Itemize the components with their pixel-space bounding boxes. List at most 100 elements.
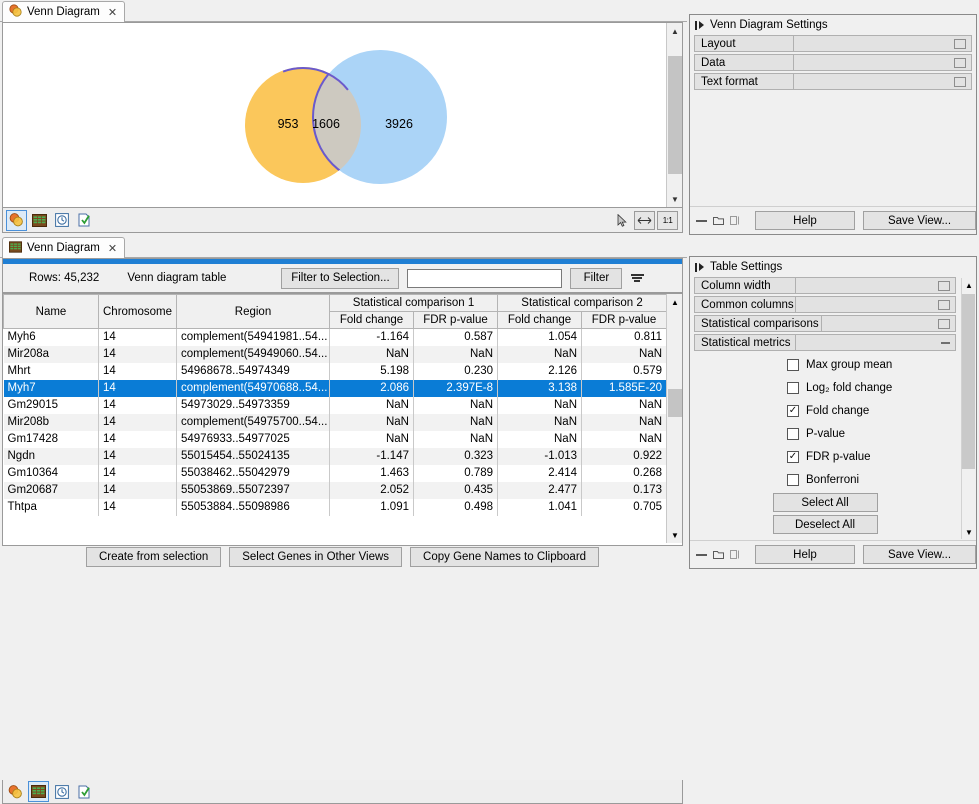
group-toggle[interactable] xyxy=(822,315,956,332)
expand-all-icon[interactable] xyxy=(713,550,724,559)
table-cell[interactable]: 54968678..54974349 xyxy=(177,363,330,380)
table-cell[interactable]: NaN xyxy=(582,431,667,448)
dock-panel-icon[interactable] xyxy=(730,550,741,559)
settings-group-text-format[interactable]: Text format xyxy=(694,73,972,90)
filter-button[interactable]: Filter xyxy=(570,268,622,289)
pointer-icon[interactable] xyxy=(613,212,632,229)
table-cell[interactable]: 0.789 xyxy=(414,465,498,482)
table-row[interactable]: Myh714complement(54970688..54...2.0862.3… xyxy=(4,380,667,397)
table-cell[interactable]: NaN xyxy=(330,397,414,414)
table-cell[interactable]: NaN xyxy=(330,414,414,431)
table-cell[interactable]: 55053884..55098986 xyxy=(177,499,330,516)
table-row[interactable]: Gm103641455038462..550429791.4630.7892.4… xyxy=(4,465,667,482)
table-cell[interactable]: 2.477 xyxy=(498,482,582,499)
table-row[interactable]: Mhrt1454968678..549743495.1980.2302.1260… xyxy=(4,363,667,380)
table-cell[interactable]: Myh6 xyxy=(4,329,99,346)
help-button[interactable]: Help xyxy=(755,211,855,230)
copy-gene-names-to-clipboard-button[interactable]: Copy Gene Names to Clipboard xyxy=(410,547,599,567)
scrollbar-thumb[interactable] xyxy=(668,389,682,417)
table-row[interactable]: Gm206871455053869..550723972.0520.4352.4… xyxy=(4,482,667,499)
table-cell[interactable]: NaN xyxy=(582,397,667,414)
table-cell[interactable]: Ngdn xyxy=(4,448,99,465)
table-cell[interactable]: 54976933..54977025 xyxy=(177,431,330,448)
table-cell[interactable]: 14 xyxy=(99,482,177,499)
element-info-icon[interactable] xyxy=(74,782,93,801)
group-toggle[interactable] xyxy=(794,73,972,90)
table-cell[interactable]: 0.268 xyxy=(582,465,667,482)
column-header-name[interactable]: Name xyxy=(4,295,99,329)
column-group-statistical-comparison-2[interactable]: Statistical comparison 2 xyxy=(498,295,667,312)
table-cell[interactable]: 55038462..55042979 xyxy=(177,465,330,482)
table-row[interactable]: Myh614complement(54941981..54...-1.1640.… xyxy=(4,329,667,346)
table-cell[interactable]: Gm10364 xyxy=(4,465,99,482)
group-toggle[interactable] xyxy=(796,334,956,351)
checkbox-max-group-mean[interactable] xyxy=(787,359,799,371)
table-cell[interactable]: 55015454..55024135 xyxy=(177,448,330,465)
table-cell[interactable]: 14 xyxy=(99,363,177,380)
venn-diagram-icon[interactable] xyxy=(6,210,27,231)
column-header-fold-change-1[interactable]: Fold change xyxy=(330,312,414,329)
group-toggle[interactable] xyxy=(796,277,956,294)
filter-options-icon[interactable] xyxy=(629,274,645,282)
dock-panel-icon[interactable] xyxy=(730,216,741,225)
table-cell[interactable]: 14 xyxy=(99,465,177,482)
table-cell[interactable]: 55053869..55072397 xyxy=(177,482,330,499)
scroll-up-icon[interactable]: ▲ xyxy=(962,278,976,292)
table-cell[interactable]: 0.811 xyxy=(582,329,667,346)
checkbox-fold-change[interactable]: ✓ xyxy=(787,405,799,417)
table-cell[interactable]: NaN xyxy=(330,431,414,448)
checkbox-row-max-group-mean[interactable]: Max group mean xyxy=(695,353,955,376)
table-cell[interactable]: 0.323 xyxy=(414,448,498,465)
checkbox-row-log2-fold-change[interactable]: Log₂ fold change xyxy=(695,376,955,399)
close-icon[interactable]: ✕ xyxy=(108,242,117,255)
column-header-fold-change-2[interactable]: Fold change xyxy=(498,312,582,329)
scrollbar-thumb[interactable] xyxy=(962,294,975,469)
table-cell[interactable]: NaN xyxy=(498,431,582,448)
column-header-region[interactable]: Region xyxy=(177,295,330,329)
column-header-chromosome[interactable]: Chromosome xyxy=(99,295,177,329)
deselect-all-button[interactable]: Deselect All xyxy=(773,515,878,534)
table-cell[interactable]: 2.397E-8 xyxy=(414,380,498,397)
table-cell[interactable]: 1.585E-20 xyxy=(582,380,667,397)
collapse-all-icon[interactable] xyxy=(696,550,707,559)
table-cell[interactable]: Myh7 xyxy=(4,380,99,397)
checkbox-p-value[interactable] xyxy=(787,428,799,440)
checkbox-row-fold-change[interactable]: ✓ Fold change xyxy=(695,399,955,422)
table-cell[interactable]: 2.052 xyxy=(330,482,414,499)
group-toggle[interactable] xyxy=(796,296,956,313)
table-cell[interactable]: -1.013 xyxy=(498,448,582,465)
scroll-down-icon[interactable]: ▼ xyxy=(667,191,683,207)
table-cell[interactable]: Gm17428 xyxy=(4,431,99,448)
table-cell[interactable]: -1.147 xyxy=(330,448,414,465)
table-cell[interactable]: 0.498 xyxy=(414,499,498,516)
save-view-button[interactable]: Save View... xyxy=(863,211,976,230)
create-from-selection-button[interactable]: Create from selection xyxy=(86,547,221,567)
table-cell[interactable]: complement(54970688..54... xyxy=(177,380,330,397)
scroll-up-icon[interactable]: ▲ xyxy=(667,294,683,310)
table-icon[interactable] xyxy=(30,211,49,230)
history-icon[interactable] xyxy=(52,211,71,230)
settings-group-column-width[interactable]: Column width xyxy=(694,277,956,294)
table-cell[interactable]: 2.086 xyxy=(330,380,414,397)
table-cell[interactable]: NaN xyxy=(330,346,414,363)
expand-all-icon[interactable] xyxy=(713,216,724,225)
checkbox-row-p-value[interactable]: P-value xyxy=(695,422,955,445)
table-icon[interactable] xyxy=(28,781,49,802)
table-cell[interactable]: NaN xyxy=(414,397,498,414)
table-cell[interactable]: -1.164 xyxy=(330,329,414,346)
checkbox-row-bonferroni[interactable]: Bonferroni xyxy=(695,468,955,491)
table-cell[interactable]: 14 xyxy=(99,346,177,363)
table-cell[interactable]: NaN xyxy=(414,346,498,363)
table-cell[interactable]: 1.091 xyxy=(330,499,414,516)
settings-group-statistical-metrics[interactable]: Statistical metrics xyxy=(694,334,956,351)
table-cell[interactable]: Gm29015 xyxy=(4,397,99,414)
settings-group-statistical-comparisons[interactable]: Statistical comparisons xyxy=(694,315,956,332)
table-cell[interactable]: 14 xyxy=(99,414,177,431)
table-cell[interactable]: 0.922 xyxy=(582,448,667,465)
table-cell[interactable]: 14 xyxy=(99,397,177,414)
table-cell[interactable]: 14 xyxy=(99,431,177,448)
table-row[interactable]: Thtpa1455053884..550989861.0910.4981.041… xyxy=(4,499,667,516)
table-cell[interactable]: NaN xyxy=(498,414,582,431)
table-cell[interactable]: NaN xyxy=(414,414,498,431)
tab-venn-diagram-table[interactable]: Venn Diagram ✕ xyxy=(2,237,125,258)
